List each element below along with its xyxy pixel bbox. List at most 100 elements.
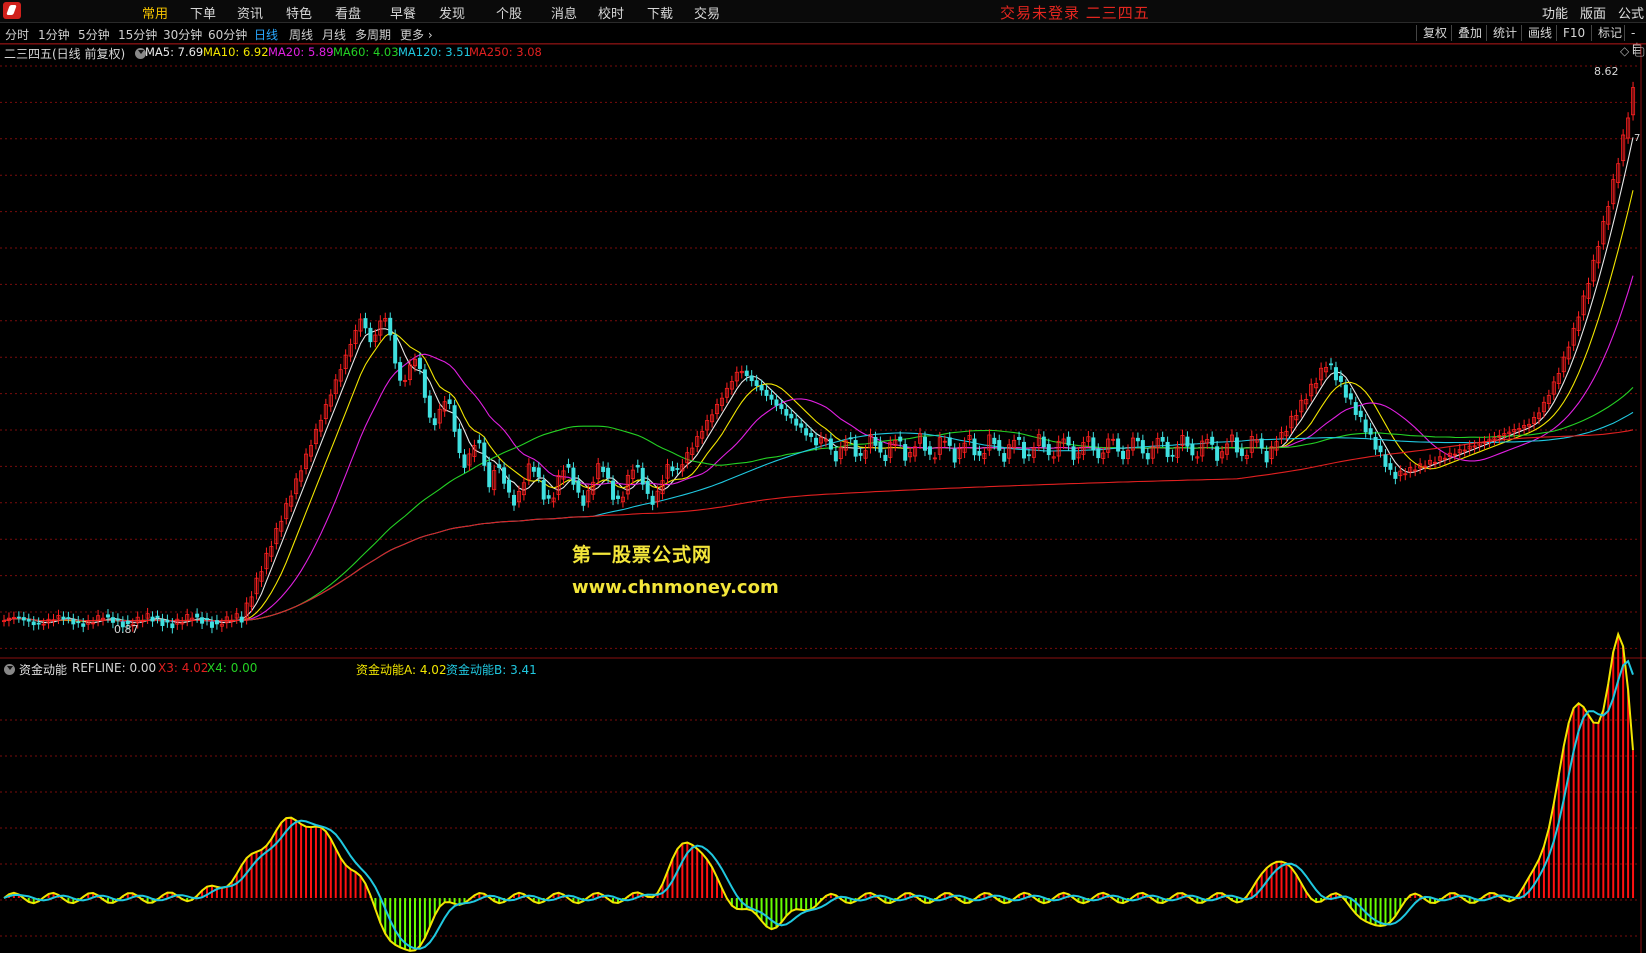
candle-body	[487, 462, 492, 488]
tab-30min[interactable]: 30分钟	[163, 26, 202, 43]
candle-body	[1432, 461, 1437, 464]
menu-faxian[interactable]: 发现	[439, 3, 465, 22]
custom-button[interactable]: -自	[1624, 25, 1646, 56]
tab-60min[interactable]: 60分钟	[208, 26, 247, 43]
tab-monthly[interactable]: 月线	[322, 26, 346, 43]
candle-body	[343, 354, 348, 369]
ma60-label: MA60: 4.03	[333, 45, 399, 59]
menu-zixun[interactable]: 资讯	[237, 3, 263, 22]
candle-body	[318, 419, 323, 432]
candle-body	[516, 490, 521, 503]
candle-body	[1259, 438, 1264, 449]
menu-xiazai[interactable]: 下载	[647, 3, 673, 22]
candle-body	[1586, 283, 1591, 299]
diamond-icon[interactable]: ◇	[1620, 44, 1630, 58]
candle-body	[130, 623, 135, 627]
candle-body	[140, 620, 145, 622]
candle-body	[1497, 435, 1502, 438]
menu-xiadan[interactable]: 下单	[190, 3, 216, 22]
candle-body	[373, 334, 378, 342]
f10-button[interactable]: F10	[1556, 25, 1585, 41]
candle-body	[1333, 367, 1338, 381]
overlay-button[interactable]: 叠加	[1451, 25, 1482, 41]
candle-body	[328, 394, 333, 407]
menu-changyong[interactable]: 常用	[142, 3, 168, 22]
login-status-banner: 交易未登录 二三四五	[1000, 4, 1150, 22]
candle-body	[21, 617, 26, 621]
candle-body	[957, 448, 962, 459]
candle-body	[200, 617, 205, 624]
candle-body	[591, 481, 596, 495]
menu-kanpan[interactable]: 看盘	[335, 3, 361, 22]
candle-body	[472, 445, 477, 457]
candle-body	[482, 442, 487, 466]
tab-5min[interactable]: 5分钟	[78, 26, 110, 43]
candle-body	[997, 440, 1002, 451]
draw-line-button[interactable]: 画线	[1521, 25, 1552, 41]
candle-body	[660, 480, 665, 495]
candle-body	[853, 440, 858, 457]
restore-rights-button[interactable]: 复权	[1416, 25, 1447, 41]
ma20-label: MA20: 5.89	[268, 45, 334, 59]
candle-body	[1130, 437, 1135, 451]
tab-daily[interactable]: 日线	[254, 26, 278, 43]
menu-jiaoshi[interactable]: 校时	[598, 3, 624, 22]
candle-body	[437, 408, 442, 424]
menu-xiaoxi[interactable]: 消息	[551, 3, 577, 22]
menu-tese[interactable]: 特色	[286, 3, 312, 22]
candle-body	[1482, 441, 1487, 444]
candle-body	[219, 623, 224, 627]
candle-body	[160, 619, 165, 626]
tab-1min[interactable]: 1分钟	[38, 26, 70, 43]
menu-gegu[interactable]: 个股	[496, 3, 522, 22]
candle-body	[279, 520, 284, 532]
candle-body	[1348, 393, 1353, 400]
candle-body	[304, 453, 309, 470]
candle-body	[1121, 450, 1126, 460]
ma-line	[3, 429, 1634, 622]
candle-body	[31, 621, 36, 626]
statistics-button[interactable]: 统计	[1486, 25, 1517, 41]
candle-body	[1566, 346, 1571, 360]
candle-body	[229, 619, 234, 622]
candle-body	[452, 405, 457, 432]
candle-body	[521, 482, 526, 496]
candle-body	[526, 463, 531, 480]
x4-label: X4: 0.00	[207, 661, 258, 675]
candle-body	[1220, 451, 1225, 459]
menu-zaocan[interactable]: 早餐	[390, 3, 416, 22]
candle-body	[1541, 401, 1546, 413]
candle-body	[531, 466, 536, 472]
indicator-dropdown-icon[interactable]	[4, 664, 15, 675]
candle-body	[11, 616, 16, 619]
candle-body	[180, 622, 185, 625]
candle-body	[507, 479, 512, 493]
menu-jiaoyi[interactable]: 交易	[694, 3, 720, 22]
tab-multi-period[interactable]: 多周期	[355, 26, 391, 43]
candle-body	[922, 436, 927, 451]
candle-body	[274, 528, 279, 545]
candle-body	[908, 452, 913, 458]
function-button[interactable]: 功能	[1542, 3, 1568, 22]
candle-body	[1022, 441, 1027, 459]
mark-button[interactable]: 标记	[1591, 25, 1622, 41]
candle-body	[754, 380, 759, 386]
tab-15min[interactable]: 15分钟	[118, 26, 157, 43]
candle-body	[556, 475, 561, 495]
kline-chart[interactable]: 8.62 0.87 7 ◇ ▢	[0, 0, 1646, 953]
ma-line	[3, 387, 1634, 622]
tab-more[interactable]: 更多 ›	[400, 26, 433, 43]
candle-body	[155, 615, 160, 619]
candle-body	[838, 447, 843, 460]
candle-body	[794, 418, 799, 426]
formula-button[interactable]: 公式	[1618, 3, 1644, 22]
candle-body	[46, 618, 51, 624]
layout-button[interactable]: 版面	[1580, 3, 1606, 22]
candle-body	[1383, 454, 1388, 467]
app-logo-icon[interactable]	[3, 2, 21, 19]
candle-body	[6, 617, 11, 622]
tab-fenshi[interactable]: 分时	[5, 26, 29, 43]
tab-weekly[interactable]: 周线	[289, 26, 313, 43]
watermark-title: 第一股票公式网	[572, 544, 713, 566]
candle-body	[209, 621, 214, 628]
